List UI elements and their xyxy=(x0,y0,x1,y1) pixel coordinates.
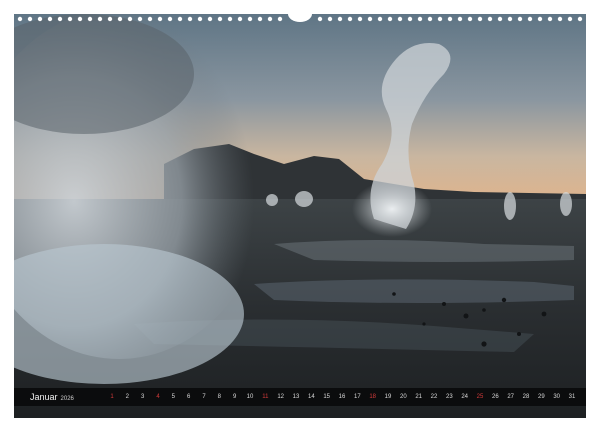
day-number: 5 xyxy=(171,394,175,400)
day-number: 31 xyxy=(568,394,576,400)
day-number: 3 xyxy=(140,394,145,400)
day-numbers: 1 2 3 4 5 6 7 8 9 10 11 12 13 14 15 16 17 18 19 20 21 22 23 24 2… xyxy=(106,392,578,402)
day-number: 7 xyxy=(202,394,206,400)
day-number: 6 xyxy=(186,394,191,400)
day-number: 30 xyxy=(553,394,560,400)
day-number: 17 xyxy=(353,394,361,400)
month-name: Januar xyxy=(30,392,58,402)
day-number: 1 xyxy=(110,394,114,400)
day-number: 26 xyxy=(491,394,499,400)
geyser-scene xyxy=(14,14,586,418)
day-number: 23 xyxy=(445,394,453,400)
day-number: 12 xyxy=(277,394,284,400)
day-number: 22 xyxy=(430,394,438,400)
calendar-page: Januar 2026 1 2 3 4 5 6 7 8 9 10 11 12 13 14 15 16 17 18 19… xyxy=(0,0,600,432)
day-number: 15 xyxy=(323,394,330,400)
geyser-steam-base xyxy=(352,181,432,237)
month-label: Januar 2026 xyxy=(30,390,74,406)
day-number: 14 xyxy=(307,394,315,400)
day-number: 11 xyxy=(262,394,269,400)
spiral-binding xyxy=(14,14,586,24)
day-number: 27 xyxy=(507,394,514,400)
day-number: 4 xyxy=(156,394,160,400)
day-number: 8 xyxy=(217,394,221,400)
day-number: 29 xyxy=(537,394,545,400)
landscape-photo xyxy=(14,14,586,418)
day-number: 19 xyxy=(384,394,392,400)
day-number: 21 xyxy=(415,394,422,400)
day-number: 28 xyxy=(522,394,530,400)
day-number: 25 xyxy=(476,394,484,400)
day-number: 10 xyxy=(246,394,254,400)
day-number: 24 xyxy=(461,394,468,400)
day-number: 16 xyxy=(338,394,346,400)
day-number: 9 xyxy=(232,394,237,400)
day-number: 2 xyxy=(125,394,129,400)
day-number: 13 xyxy=(292,394,300,400)
year-label: 2026 xyxy=(60,396,74,402)
month-calendar-strip: Januar 2026 1 2 3 4 5 6 7 8 9 10 11 12 13 14 15 16 17 18 19… xyxy=(14,388,586,406)
day-number: 20 xyxy=(399,394,407,400)
pool-reflection xyxy=(254,279,574,303)
day-number: 18 xyxy=(369,394,376,400)
